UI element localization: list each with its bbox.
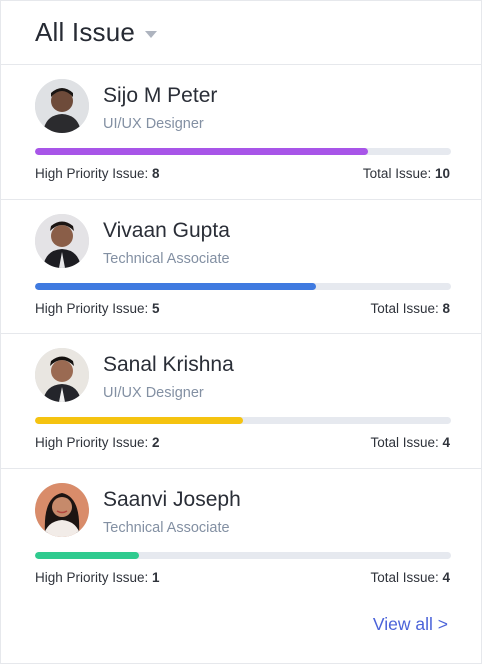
person-name: Sanal Krishna	[103, 353, 234, 376]
progress-bar	[35, 148, 451, 155]
high-priority-stat: High Priority Issue: 5	[35, 300, 160, 316]
view-all-link[interactable]: View all >	[373, 614, 448, 635]
high-priority-stat: High Priority Issue: 1	[35, 569, 160, 585]
high-priority-stat: High Priority Issue: 8	[35, 166, 160, 181]
issue-stats: High Priority Issue: 1 Total Issue: 4	[35, 570, 450, 585]
avatar	[35, 482, 89, 537]
person-name: Saanvi Joseph	[103, 487, 241, 511]
total-issue-stat: Total Issue: 4	[370, 435, 450, 450]
issue-stats: High Priority Issue: 8 Total Issue: 10	[35, 166, 450, 181]
progress-bar	[35, 282, 451, 290]
person-role: Technical Associate	[103, 250, 230, 267]
total-issue-stat: Total Issue: 10	[362, 166, 450, 181]
progress-bar	[35, 417, 451, 424]
avatar	[35, 79, 89, 133]
progress-bar	[35, 551, 451, 559]
progress-fill	[35, 551, 139, 559]
progress-fill	[35, 417, 243, 424]
avatar	[35, 348, 89, 402]
person-role: UI/UX Designer	[103, 116, 204, 132]
person-role: UI/UX Designer	[103, 385, 204, 401]
total-issue-stat: Total Issue: 4	[370, 569, 450, 585]
card-title: All Issue	[35, 17, 136, 47]
person-name: Sijo M Peter	[103, 84, 218, 107]
avatar	[35, 213, 89, 268]
issue-row: Vivaan Gupta Technical Associate High Pr…	[1, 200, 481, 334]
all-issue-card: All Issue Sijo M Peter UI/UX Designer Hi…	[0, 0, 482, 664]
high-priority-stat: High Priority Issue: 2	[35, 435, 160, 450]
caret-down-icon[interactable]	[145, 31, 158, 38]
progress-fill	[35, 148, 368, 155]
total-issue-stat: Total Issue: 8	[370, 300, 450, 316]
progress-fill	[35, 282, 316, 290]
person-role: Technical Associate	[103, 519, 230, 536]
issue-row: Sanal Krishna UI/UX Designer High Priori…	[1, 334, 481, 469]
issue-stats: High Priority Issue: 5 Total Issue: 8	[35, 301, 450, 316]
person-name: Vivaan Gupta	[103, 218, 230, 242]
issue-row: Saanvi Joseph Technical Associate High P…	[1, 469, 481, 604]
issue-stats: High Priority Issue: 2 Total Issue: 4	[35, 435, 450, 450]
card-header: All Issue	[1, 1, 481, 65]
issue-row: Sijo M Peter UI/UX Designer High Priorit…	[1, 65, 481, 200]
